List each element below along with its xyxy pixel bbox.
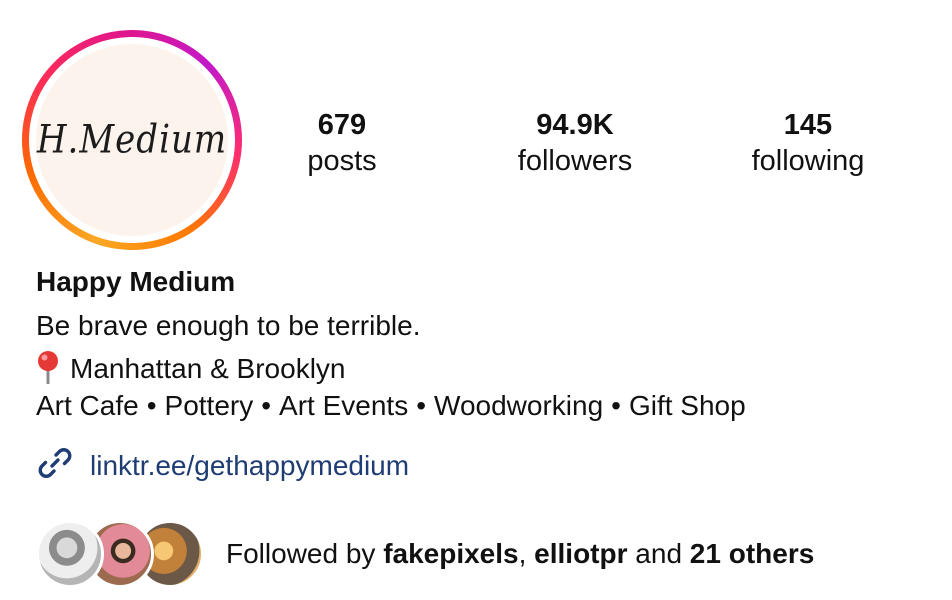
- profile-link[interactable]: linktr.ee/gethappymedium: [36, 444, 409, 487]
- brand-logo: H.Medium: [36, 117, 228, 163]
- follower-username[interactable]: fakepixels: [383, 538, 518, 569]
- bio-tagline: Be brave enough to be terrible.: [36, 310, 421, 341]
- following-count: 145: [783, 109, 833, 141]
- followers-label: followers: [517, 145, 633, 177]
- followed-by-text: Followed by fakepixels, elliotpr and 21 …: [226, 538, 814, 570]
- link-text: linktr.ee/gethappymedium: [90, 449, 410, 481]
- follower-username[interactable]: elliotpr: [534, 538, 627, 569]
- followed-by-prefix: Followed by: [226, 538, 376, 569]
- location-text: Manhattan & Brooklyn: [70, 353, 346, 384]
- category-item: Gift Shop: [628, 390, 746, 421]
- followers-count: 94.9K: [536, 109, 614, 141]
- posts-label: posts: [307, 145, 377, 177]
- separator-dot: •: [146, 390, 157, 421]
- bio-categories: Art Cafe • Pottery • Art Events • Woodworking •…: [36, 390, 746, 422]
- stat-followers[interactable]: 94.9K followers: [475, 108, 675, 180]
- link-icon: [36, 444, 74, 487]
- separator-dot: •: [261, 390, 272, 421]
- others-count[interactable]: 21 others: [690, 538, 815, 569]
- bio-location: Manhattan & Brooklyn: [36, 350, 346, 391]
- posts-count: 679: [317, 109, 367, 141]
- category-item: Woodworking: [434, 390, 604, 421]
- profile-name: Happy Medium: [36, 266, 236, 297]
- comma: ,: [518, 538, 527, 569]
- following-label: following: [751, 145, 865, 177]
- stat-posts[interactable]: 679 posts: [242, 108, 442, 180]
- and-text: and: [635, 538, 683, 569]
- category-item: Pottery: [164, 390, 254, 421]
- stat-following[interactable]: 145 following: [708, 108, 908, 180]
- avatar-image: H.Medium: [36, 44, 228, 236]
- profile-avatar[interactable]: H.Medium: [22, 30, 242, 250]
- pin-icon: [36, 350, 60, 391]
- category-item: Art Cafe: [36, 390, 139, 421]
- separator-dot: •: [611, 390, 621, 421]
- separator-dot: •: [416, 390, 427, 421]
- followed-by[interactable]: Followed by fakepixels, elliotpr and 21 …: [36, 516, 814, 592]
- follower-avatar: [36, 520, 104, 588]
- category-item: Art Events: [279, 390, 409, 421]
